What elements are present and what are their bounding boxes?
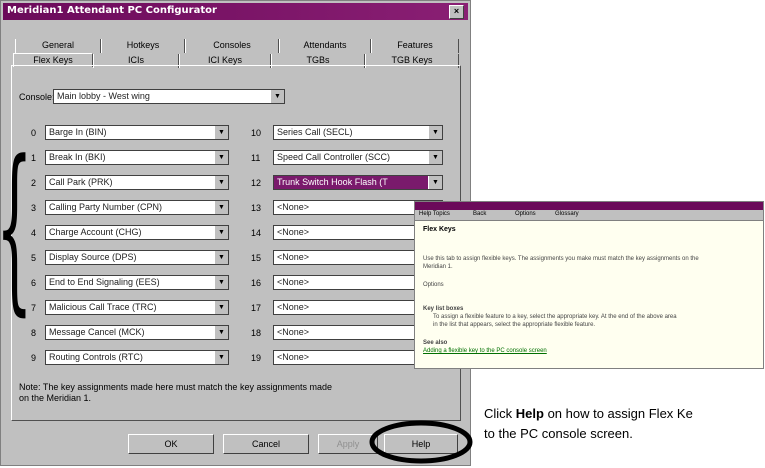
cancel-button[interactable]: Cancel — [223, 434, 309, 454]
key-value: Message Cancel (MCK) — [49, 327, 145, 337]
tab-hotkeys[interactable]: Hotkeys — [101, 39, 185, 53]
title-bar: Meridian1 Attendant PC Configurator × — [3, 3, 468, 20]
help-text: in the list that appears, select the app… — [433, 322, 596, 328]
key-value: <None> — [277, 252, 310, 262]
key-number: 11 — [251, 153, 261, 163]
key-select-12[interactable]: Trunk Switch Hook Flash (T ▼ — [273, 175, 443, 190]
chevron-down-icon[interactable]: ▼ — [214, 276, 228, 289]
console-select[interactable]: Main lobby - West wing ▼ — [53, 89, 285, 104]
key-value: Call Park (PRK) — [49, 177, 113, 187]
key-select-11[interactable]: Speed Call Controller (SCC) ▼ — [273, 150, 443, 165]
key-number: 13 — [251, 203, 262, 213]
key-number: 16 — [251, 278, 262, 288]
chevron-down-icon[interactable]: ▼ — [214, 351, 228, 364]
key-number: 12 — [251, 178, 262, 188]
key-value: <None> — [277, 302, 310, 312]
key-number: 9 — [31, 353, 37, 363]
key-value: End to End Signaling (EES) — [49, 277, 160, 287]
caption-text: Click — [484, 406, 516, 421]
help-back-button[interactable]: Back — [473, 211, 486, 217]
key-select-4[interactable]: Charge Account (CHG) ▼ — [45, 225, 229, 240]
help-text: To assign a flexible feature to a key, s… — [433, 314, 677, 320]
help-options-button[interactable]: Options — [515, 211, 536, 217]
key-value: <None> — [277, 202, 310, 212]
key-select-6[interactable]: End to End Signaling (EES) ▼ — [45, 275, 229, 290]
chevron-down-icon[interactable]: ▼ — [428, 176, 442, 189]
chevron-down-icon[interactable]: ▼ — [214, 201, 228, 214]
chevron-down-icon[interactable]: ▼ — [214, 151, 228, 164]
key-select-2[interactable]: Call Park (PRK) ▼ — [45, 175, 229, 190]
chevron-down-icon[interactable]: ▼ — [214, 126, 228, 139]
help-heading: Flex Keys — [423, 226, 456, 233]
key-value: Barge In (BIN) — [49, 127, 107, 137]
key-value: Speed Call Controller (SCC) — [277, 152, 391, 162]
tab-attendants[interactable]: Attendants — [279, 39, 371, 53]
help-glossary-button[interactable]: Glossary — [555, 211, 579, 217]
caption-text: on how to assign Flex Ke — [543, 406, 693, 421]
help-text: Options — [423, 282, 444, 288]
key-value: Series Call (SECL) — [277, 127, 353, 137]
note-line-1: Note: The key assignments made here must… — [19, 382, 332, 392]
key-value: Calling Party Number (CPN) — [49, 202, 163, 212]
configurator-dialog: Meridian1 Attendant PC Configurator × Ge… — [0, 0, 471, 466]
key-select-1[interactable]: Break In (BKI) ▼ — [45, 150, 229, 165]
key-value: Routing Controls (RTC) — [49, 352, 143, 362]
chevron-down-icon[interactable]: ▼ — [214, 301, 228, 314]
key-number: 18 — [251, 328, 262, 338]
instruction-caption: Click Help on how to assign Flex Ke to t… — [484, 404, 693, 444]
key-value: Display Source (DPS) — [49, 252, 137, 262]
ok-button[interactable]: OK — [128, 434, 214, 454]
key-value: Break In (BKI) — [49, 152, 106, 162]
key-value: <None> — [277, 352, 310, 362]
key-number: 10 — [251, 128, 262, 138]
help-link[interactable]: Adding a flexible key to the PC console … — [423, 348, 547, 354]
help-text: Key list boxes — [423, 306, 464, 312]
key-select-3[interactable]: Calling Party Number (CPN) ▼ — [45, 200, 229, 215]
chevron-down-icon[interactable]: ▼ — [428, 126, 442, 139]
chevron-down-icon[interactable]: ▼ — [214, 176, 228, 189]
chevron-down-icon[interactable]: ▼ — [214, 326, 228, 339]
key-select-8[interactable]: Message Cancel (MCK) ▼ — [45, 325, 229, 340]
help-menu-bar: Help Topics Back Options Glossary — [415, 210, 763, 221]
flex-keys-panel — [11, 65, 461, 421]
chevron-down-icon[interactable]: ▼ — [428, 151, 442, 164]
key-value: <None> — [277, 227, 310, 237]
help-text: Meridian 1. — [423, 264, 453, 270]
chevron-down-icon[interactable]: ▼ — [270, 90, 284, 103]
key-select-0[interactable]: Barge In (BIN) ▼ — [45, 125, 229, 140]
note-line-2: on the Meridian 1. — [19, 393, 92, 403]
help-text: See also — [423, 340, 448, 346]
key-select-5[interactable]: Display Source (DPS) ▼ — [45, 250, 229, 265]
key-select-10[interactable]: Series Call (SECL) ▼ — [273, 125, 443, 140]
console-label: Console: — [19, 92, 55, 102]
help-title-bar — [415, 202, 763, 210]
key-select-9[interactable]: Routing Controls (RTC) ▼ — [45, 350, 229, 365]
key-value: Malicious Call Trace (TRC) — [49, 302, 157, 312]
chevron-down-icon[interactable]: ▼ — [214, 226, 228, 239]
caption-bold: Help — [515, 406, 544, 421]
key-value: Trunk Switch Hook Flash (T — [277, 177, 388, 187]
tab-general[interactable]: General — [15, 39, 101, 53]
key-select-7[interactable]: Malicious Call Trace (TRC) ▼ — [45, 300, 229, 315]
key-value: Charge Account (CHG) — [49, 227, 142, 237]
chevron-down-icon[interactable]: ▼ — [214, 251, 228, 264]
key-number: 17 — [251, 303, 262, 313]
help-highlight-ellipse — [369, 420, 473, 464]
console-value: Main lobby - West wing — [57, 91, 150, 101]
key-number: 19 — [251, 353, 262, 363]
key-number: 14 — [251, 228, 262, 238]
help-topics-button[interactable]: Help Topics — [419, 211, 450, 217]
tab-features[interactable]: Features — [371, 39, 459, 53]
tab-consoles[interactable]: Consoles — [185, 39, 279, 53]
key-number: 15 — [251, 253, 262, 263]
brace-annotation: { — [0, 108, 33, 348]
caption-text: to the PC console screen. — [484, 426, 633, 441]
key-value: <None> — [277, 277, 310, 287]
help-window: Help Topics Back Options Glossary Flex K… — [414, 201, 764, 369]
help-text: Use this tab to assign flexible keys. Th… — [423, 256, 699, 262]
window-title: Meridian1 Attendant PC Configurator — [7, 5, 217, 16]
key-value: <None> — [277, 327, 310, 337]
close-icon[interactable]: × — [449, 5, 464, 19]
